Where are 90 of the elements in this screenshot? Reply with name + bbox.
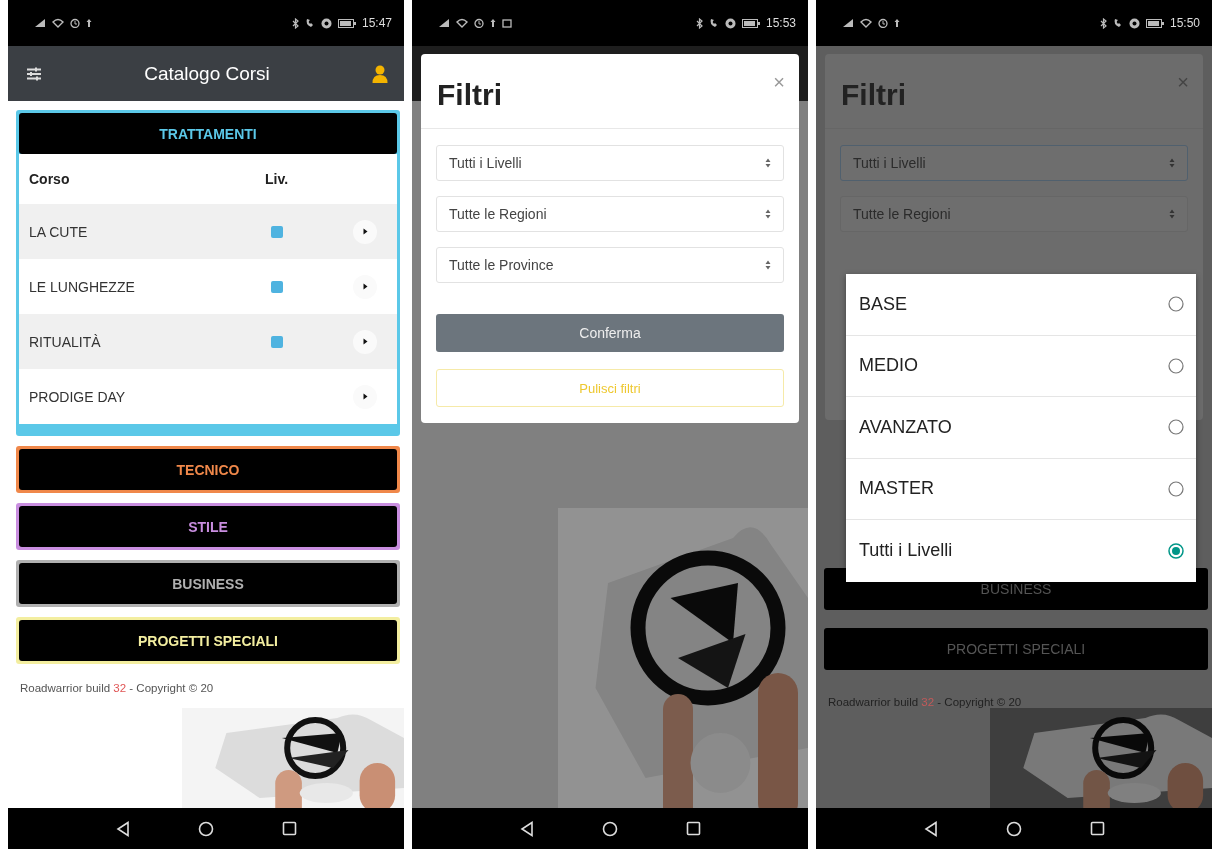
triangle-icon <box>362 338 368 345</box>
column-header: Liv. <box>265 171 290 187</box>
upload-icon <box>86 18 92 28</box>
data-saver-icon <box>724 17 736 29</box>
option-label: BASE <box>859 293 908 315</box>
battery-icon <box>741 18 760 28</box>
category-button[interactable]: PROGETTI SPECIALI <box>19 620 397 661</box>
filter-icon[interactable] <box>26 66 42 81</box>
course-name: LA CUTE <box>29 223 89 240</box>
alarm-icon <box>474 18 484 28</box>
option-item[interactable]: MASTER <box>846 458 1196 520</box>
alarm-icon <box>878 18 888 28</box>
triangle-icon <box>362 283 368 290</box>
radio-button[interactable] <box>1168 419 1184 436</box>
option-item[interactable]: BASE <box>846 274 1196 336</box>
category-button[interactable]: TECNICO <box>19 449 397 490</box>
footer-text: Roadwarrior build 32 - Copyright © 20 <box>19 681 215 696</box>
signal-icon <box>842 18 854 28</box>
open-course-button[interactable] <box>353 219 377 244</box>
wifi-icon <box>52 18 64 28</box>
option-label: MASTER <box>859 478 934 500</box>
footer-text: Roadwarrior build 32 - Copyright © 20 <box>827 695 1023 710</box>
select-value: Tutte le Province <box>449 257 554 273</box>
upload-icon <box>894 18 900 28</box>
option-label: MEDIO <box>859 355 918 377</box>
data-saver-icon <box>1128 17 1140 29</box>
wifi-icon <box>860 18 872 28</box>
battery-icon <box>337 18 356 28</box>
option-item[interactable]: AVANZATO <box>846 397 1196 459</box>
phone-icon <box>304 18 315 28</box>
phone-icon <box>708 18 719 28</box>
updown-caret-icon <box>765 158 771 168</box>
open-course-button[interactable] <box>353 274 377 299</box>
dialog-title: Filtri <box>437 78 502 112</box>
screen-icon <box>502 18 512 28</box>
status-time: 15:53 <box>765 16 796 30</box>
radio-button[interactable] <box>1168 357 1184 374</box>
alarm-icon <box>70 18 80 28</box>
wifi-icon <box>456 18 468 28</box>
course-name: LE LUNGHEZZE <box>29 278 136 295</box>
confirm-button[interactable]: Conferma <box>436 314 784 352</box>
course-name: RITUALITÀ <box>29 333 102 350</box>
recents-icon[interactable] <box>281 821 297 836</box>
select-value: Tutte le Regioni <box>853 206 951 222</box>
triangle-icon <box>362 393 368 400</box>
radio-button[interactable] <box>1168 296 1184 313</box>
category-button[interactable]: BUSINESS <box>19 563 397 604</box>
phone-icon <box>1112 18 1123 28</box>
updown-caret-icon <box>765 260 771 270</box>
radio-button[interactable] <box>1168 542 1184 559</box>
option-label: Tutti i Livelli <box>859 540 953 562</box>
app-title: Catalogo Corsi <box>144 62 270 85</box>
column-header: Corso <box>29 171 71 187</box>
back-icon[interactable] <box>923 820 938 837</box>
signal-icon <box>438 18 450 28</box>
back-icon[interactable] <box>519 820 534 837</box>
data-saver-icon <box>320 17 332 29</box>
course-name: PRODIGE DAY <box>29 388 127 405</box>
recents-icon[interactable] <box>685 821 701 836</box>
triangle-icon <box>362 228 368 235</box>
bluetooth-icon <box>291 17 299 29</box>
back-icon[interactable] <box>115 820 130 837</box>
option-label: AVANZATO <box>859 416 952 438</box>
updown-caret-icon <box>1169 158 1175 168</box>
status-time: 15:47 <box>361 16 392 30</box>
open-course-button[interactable] <box>353 329 377 354</box>
radio-button[interactable] <box>1168 480 1184 497</box>
select-field[interactable]: Tutte le Regioni <box>436 196 784 232</box>
home-icon[interactable] <box>197 820 214 837</box>
home-icon[interactable] <box>1005 820 1022 837</box>
upload-icon <box>490 18 496 28</box>
dialog-title: Filtri <box>841 78 906 112</box>
signal-icon <box>34 18 46 28</box>
home-icon[interactable] <box>601 820 618 837</box>
updown-caret-icon <box>1169 209 1175 219</box>
updown-caret-icon <box>765 209 771 219</box>
user-icon[interactable] <box>372 64 388 83</box>
category-button[interactable]: STILE <box>19 506 397 547</box>
bluetooth-icon <box>695 17 703 29</box>
select-field[interactable]: Tutti i Livelli <box>436 145 784 181</box>
battery-icon <box>1145 18 1164 28</box>
status-time: 15:50 <box>1169 16 1200 30</box>
option-item[interactable]: MEDIO <box>846 335 1196 397</box>
open-course-button[interactable] <box>353 384 377 409</box>
bluetooth-icon <box>1099 17 1107 29</box>
select-value: Tutti i Livelli <box>449 155 522 171</box>
select-field[interactable]: Tutte le Province <box>436 247 784 283</box>
category-button[interactable]: TRATTAMENTI <box>19 113 397 154</box>
recents-icon[interactable] <box>1089 821 1105 836</box>
select-value: Tutte le Regioni <box>449 206 547 222</box>
